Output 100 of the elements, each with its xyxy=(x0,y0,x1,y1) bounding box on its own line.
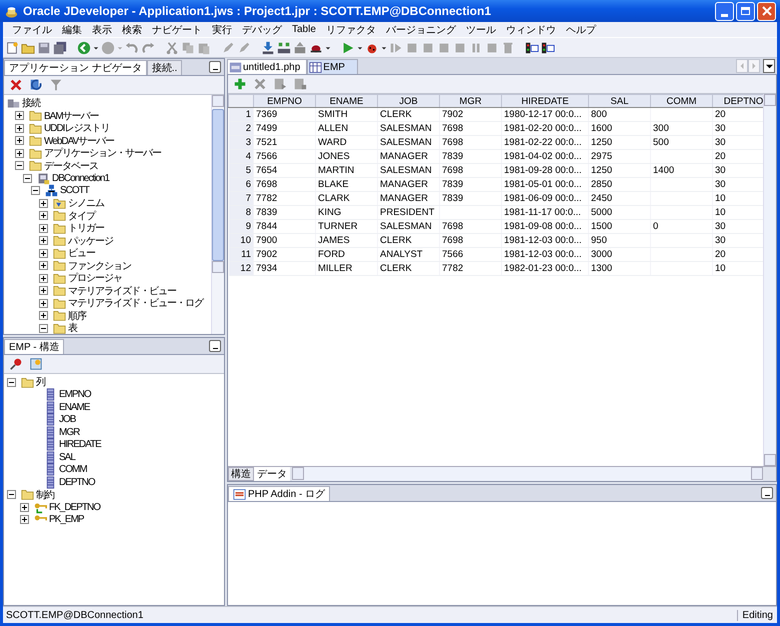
column-header[interactable]: SAL xyxy=(588,94,650,108)
tree-item[interactable]: マテリアライズド・ビュー xyxy=(68,284,176,298)
tree-item[interactable]: 列 xyxy=(36,375,45,390)
tree-item[interactable]: 表 xyxy=(68,321,77,334)
menu-item[interactable]: デバッグ xyxy=(237,22,287,36)
menu-item[interactable]: ウィンドウ xyxy=(500,22,561,36)
tree-item[interactable]: タイプ xyxy=(68,208,95,223)
expand-toggle[interactable] xyxy=(39,261,48,270)
tree-item[interactable]: プロシージャ xyxy=(68,271,122,286)
column-header[interactable]: ENAME xyxy=(316,94,378,108)
save-all-icon[interactable] xyxy=(53,40,67,54)
expand-toggle[interactable] xyxy=(15,136,24,146)
menu-item[interactable]: ファイル xyxy=(7,22,57,36)
panel-tab[interactable]: PHP Addin - ログ xyxy=(228,486,330,501)
tree-item[interactable]: UDDIレジストリ xyxy=(44,121,110,136)
expand-toggle[interactable] xyxy=(39,286,48,296)
close-button[interactable] xyxy=(757,2,776,20)
pin-icon[interactable] xyxy=(9,357,23,371)
scrollbar[interactable] xyxy=(292,467,763,481)
minimize-button[interactable] xyxy=(761,487,773,499)
expand-toggle[interactable] xyxy=(15,111,24,120)
delete-icon[interactable] xyxy=(9,78,23,92)
column-header[interactable]: JOB xyxy=(378,94,440,108)
tree-item[interactable]: HIREDATE xyxy=(59,439,101,450)
tree-item[interactable]: 順序 xyxy=(68,308,86,323)
menu-item[interactable]: Table xyxy=(287,24,321,35)
scrollbar[interactable] xyxy=(211,95,224,334)
column-header[interactable]: MGR xyxy=(440,94,502,108)
dropdown-button[interactable] xyxy=(763,59,775,73)
editor-tab[interactable]: EMP xyxy=(307,59,358,74)
view-tab[interactable]: 構造 xyxy=(228,467,254,481)
tree-item[interactable]: JOB xyxy=(59,414,76,426)
menu-item[interactable]: 編集 xyxy=(57,22,87,36)
collapse-toggle[interactable] xyxy=(31,186,40,196)
collapse-toggle[interactable] xyxy=(15,161,24,170)
tree-item[interactable]: トリガー xyxy=(68,221,104,236)
expand-toggle[interactable] xyxy=(39,311,48,320)
expand-toggle[interactable] xyxy=(39,298,48,308)
menu-item[interactable]: ナビゲート xyxy=(147,22,207,36)
menu-item[interactable]: 実行 xyxy=(207,22,237,36)
expand-toggle[interactable] xyxy=(20,515,29,524)
minimize-button[interactable] xyxy=(209,61,221,73)
menu-item[interactable]: ヘルプ xyxy=(560,22,601,36)
expand-toggle[interactable] xyxy=(39,198,48,208)
tree-item[interactable]: FK_DEPTNO xyxy=(49,502,100,513)
collapse-toggle[interactable] xyxy=(7,490,16,500)
tree-item[interactable]: WebDAVサーバー xyxy=(44,134,114,148)
maximize-button[interactable] xyxy=(736,2,755,20)
save-icon[interactable] xyxy=(37,40,51,54)
expand-toggle[interactable] xyxy=(39,236,48,246)
tree-item[interactable]: DBConnection1 xyxy=(52,172,110,184)
tree-item[interactable]: ファンクション xyxy=(68,258,131,273)
collapse-toggle[interactable] xyxy=(7,378,16,387)
menu-item[interactable]: 表示 xyxy=(87,22,117,36)
back-icon[interactable] xyxy=(77,40,91,54)
column-header[interactable]: COMM xyxy=(650,94,712,108)
collapse-toggle[interactable] xyxy=(39,324,48,333)
panel-tab[interactable]: EMP - 構造 xyxy=(4,339,64,354)
expand-toggle[interactable] xyxy=(39,211,48,220)
traffic-light-icon[interactable] xyxy=(541,40,555,54)
tree-item[interactable]: PK_EMP xyxy=(49,514,84,526)
scrollbar[interactable] xyxy=(763,94,776,466)
editor-tab[interactable]: untitled1.php xyxy=(227,59,308,74)
view-tab[interactable]: データ xyxy=(254,467,290,481)
tree-item[interactable]: BAMサーバー xyxy=(44,108,99,123)
column-header[interactable]: HIREDATE xyxy=(502,94,588,108)
tree-item[interactable]: シノニム xyxy=(68,196,104,210)
expand-toggle[interactable] xyxy=(39,248,48,258)
tree-item[interactable]: EMPNO xyxy=(59,389,91,400)
tree-item[interactable]: 制約 xyxy=(36,488,54,502)
menu-item[interactable]: バージョニング xyxy=(380,22,461,36)
column-header[interactable]: EMPNO xyxy=(254,94,316,108)
expand-toggle[interactable] xyxy=(39,224,48,233)
tree-item[interactable]: DEPTNO xyxy=(59,476,95,488)
minimize-button[interactable] xyxy=(209,340,221,352)
refresh-icon[interactable] xyxy=(29,78,43,92)
expand-toggle[interactable] xyxy=(15,148,24,158)
tree-item[interactable]: ビュー xyxy=(68,246,95,260)
collapse-toggle[interactable] xyxy=(23,174,32,183)
column-header[interactable]: DEPTNO xyxy=(712,94,763,108)
menu-item[interactable]: リファクタ xyxy=(320,22,381,36)
expand-toggle[interactable] xyxy=(15,124,24,133)
tree-item[interactable]: マテリアライズド・ビュー・ログ xyxy=(68,296,203,310)
expand-toggle[interactable] xyxy=(20,502,29,512)
expand-toggle[interactable] xyxy=(39,274,48,283)
traffic-light-icon[interactable] xyxy=(525,40,539,54)
tree-item[interactable]: アプリケーション・サーバー xyxy=(44,146,161,160)
tree-item[interactable]: COMM xyxy=(59,464,87,476)
tree-item[interactable]: データベース xyxy=(44,158,98,173)
menu-item[interactable]: ツール xyxy=(460,22,501,36)
add-icon[interactable] xyxy=(233,77,247,91)
panel-tab[interactable]: 接続.. xyxy=(146,60,182,75)
tree-item[interactable]: MGR xyxy=(59,426,80,438)
tree-item[interactable]: パッケージ xyxy=(68,234,113,248)
panel-tab[interactable]: アプリケーション ナビゲータ xyxy=(4,60,147,75)
menu-item[interactable]: 検索 xyxy=(117,22,147,36)
tree-item[interactable]: SCOTT xyxy=(60,185,89,196)
tree-item[interactable]: SAL xyxy=(59,452,75,463)
tree-item[interactable]: 接続 xyxy=(22,96,40,110)
tree-item[interactable]: ENAME xyxy=(59,402,90,413)
